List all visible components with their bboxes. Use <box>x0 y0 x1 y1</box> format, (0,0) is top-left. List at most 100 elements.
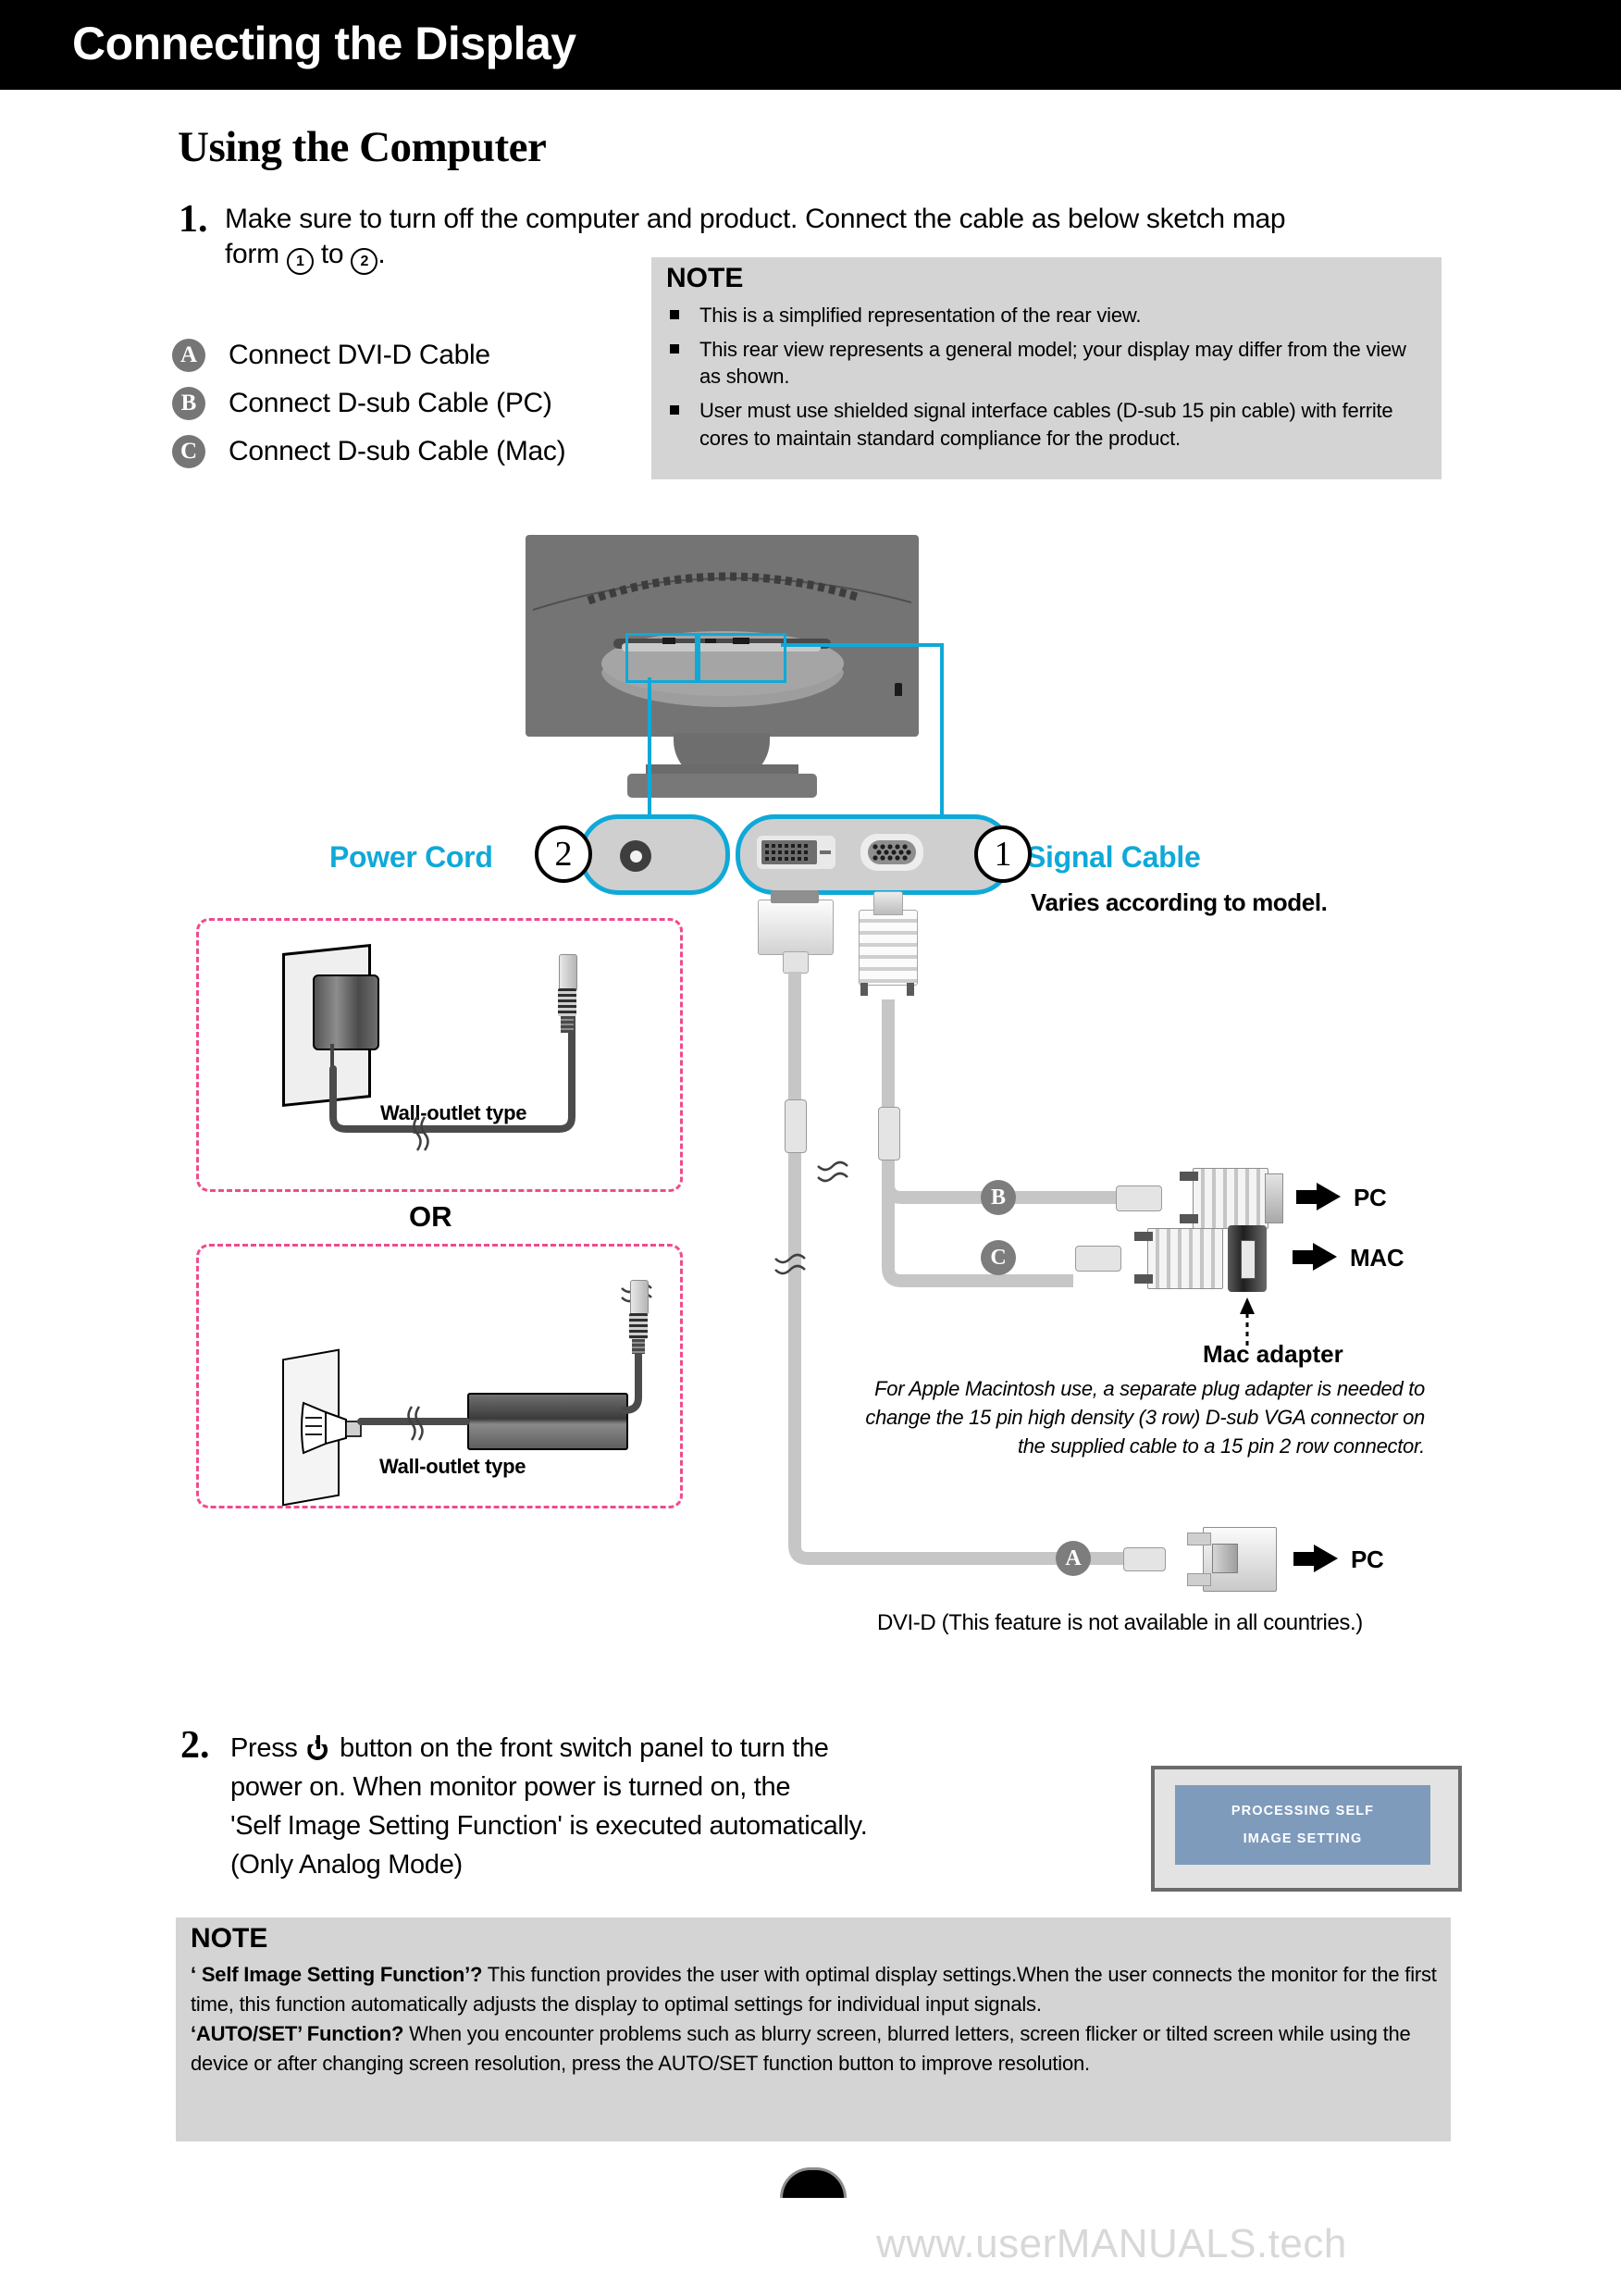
callout-rect-power <box>625 633 698 683</box>
step-1-line-b-mid: to <box>313 239 352 270</box>
arrow-b-head-icon <box>1317 1183 1341 1210</box>
cable-break-squiggle-1 <box>413 1116 429 1151</box>
osd-line-2: IMAGE SETTING <box>1243 1831 1363 1846</box>
legend-item-a: A Connect DVI-D Cable <box>172 331 565 379</box>
dvid-availability-note: DVI-D (This feature is not available in … <box>877 1610 1363 1635</box>
circled-number-1-icon: 1 <box>286 248 314 276</box>
step-2-text: Press button on the front switch panel t… <box>230 1729 1156 1884</box>
step-1-number: 1. <box>179 198 208 241</box>
note-top-item: This is a simplified representation of t… <box>666 302 1425 329</box>
page-header-bar: Connecting the Display <box>0 0 1621 90</box>
step-1-line-a: Make sure to turn off the computer and p… <box>225 204 1286 234</box>
legend-item-b: B Connect D-sub Cable (PC) <box>172 379 565 428</box>
dvi-connector-a-wing-bottom <box>1187 1573 1211 1586</box>
vga-cable-connector-tip <box>873 891 903 915</box>
cable-legend: A Connect DVI-D Cable B Connect D-sub Ca… <box>172 331 566 476</box>
note-box-top: NOTE This is a simplified representation… <box>651 257 1442 479</box>
arrow-b-stem <box>1296 1190 1317 1204</box>
signal-cable-routing <box>774 972 1157 1565</box>
note-top-list: This is a simplified representation of t… <box>666 302 1425 458</box>
badge-a-diagram-icon: A <box>1056 1541 1091 1576</box>
ferrite-core-vga <box>878 1107 900 1160</box>
power-cable-path-1 <box>329 979 575 1133</box>
note-bottom-p1-term: ‘ Self Image Setting Function’? <box>191 1963 483 1986</box>
step-1-line-b-pre: form <box>225 239 287 270</box>
dvi-pins-icon <box>765 844 808 861</box>
mac-adapter-slot-icon <box>1241 1240 1256 1279</box>
note-top-heading: NOTE <box>666 263 744 293</box>
dvi-cable-connector-tip <box>771 890 819 903</box>
kensington-lock-icon <box>895 683 902 696</box>
note-bottom-heading: NOTE <box>191 1923 268 1954</box>
note-top-item: User must use shielded signal interface … <box>666 397 1425 452</box>
monitor-top-curve-icon <box>533 572 911 611</box>
power-port-capsule <box>579 814 730 895</box>
page-number-tab <box>780 2167 847 2198</box>
callout-leader-signal-v <box>940 643 944 817</box>
step-2-line4: (Only Analog Mode) <box>230 1850 463 1880</box>
callout-rect-signal <box>698 633 786 683</box>
note-bottom-body: ‘ Self Image Setting Function’? This fun… <box>191 1960 1438 2079</box>
step-2-line3: 'Self Image Setting Function' is execute… <box>230 1811 868 1842</box>
destination-mac-label: MAC <box>1350 1244 1404 1272</box>
or-separator-label: OR <box>409 1200 452 1233</box>
dc-plug-2-tip-icon <box>632 1339 645 1354</box>
vga-pins-icon <box>872 844 911 861</box>
destination-pc-2-label: PC <box>1351 1545 1384 1573</box>
dc-power-jack-icon <box>620 840 651 872</box>
step-1-line-b-post: . <box>377 239 386 270</box>
wall-outlet-label-1: Wall-outlet type <box>380 1101 527 1124</box>
note-bottom-p2-term: ‘AUTO/SET’ Function? <box>191 2021 404 2045</box>
circled-number-2-icon: 2 <box>351 248 378 276</box>
badge-b-diagram-icon: B <box>981 1180 1016 1215</box>
dvi-cable-connector-head <box>758 900 834 955</box>
ferrite-core-c <box>1075 1246 1121 1272</box>
wall-outlet-label-2: Wall-outlet type <box>379 1455 526 1478</box>
monitor-base <box>627 774 817 798</box>
step-2-line2: power on. When monitor power is turned o… <box>230 1772 791 1803</box>
vga-connector-b-screw-bottom <box>1180 1214 1198 1223</box>
mac-adapter-note: For Apple Macintosh use, a separate plug… <box>865 1377 1425 1458</box>
callout-leader-power <box>648 677 651 816</box>
dc-plug-2-grip-icon <box>629 1313 648 1339</box>
power-cord-label: Power Cord <box>329 840 493 874</box>
arrow-c-stem <box>1293 1250 1313 1264</box>
ferrite-core-b <box>1116 1185 1162 1211</box>
varies-by-model-note: Varies according to model. <box>1031 888 1328 916</box>
signal-cable-label: Signal Cable <box>1026 840 1201 874</box>
vga-connector-b-screw-top <box>1180 1172 1198 1181</box>
badge-c-diagram-icon: C <box>981 1240 1016 1275</box>
vga-connector-c-screw-bottom <box>1134 1274 1153 1284</box>
osd-line-1: PROCESSING SELF <box>1231 1804 1375 1818</box>
osd-screen: PROCESSING SELF IMAGE SETTING <box>1175 1785 1430 1865</box>
dvi-port-icon <box>761 840 817 864</box>
legend-label-b: Connect D-sub Cable (PC) <box>229 388 552 418</box>
callout-number-2: 2 <box>535 825 592 883</box>
vga-connector-b-icon <box>1193 1168 1268 1229</box>
dvi-connector-a-inner <box>1212 1544 1238 1573</box>
dvi-flat-pin-icon <box>820 850 831 854</box>
vga-port-icon <box>868 840 916 864</box>
badge-b-icon: B <box>172 387 205 420</box>
legend-label-a: Connect DVI-D Cable <box>229 340 490 370</box>
section-title: Using the Computer <box>178 123 547 171</box>
manual-page: Connecting the Display Using the Compute… <box>0 0 1621 2296</box>
vga-connector-c-icon <box>1147 1228 1223 1289</box>
legend-item-c: C Connect D-sub Cable (Mac) <box>172 428 566 476</box>
step-2-line1-post: button on the front switch panel to turn… <box>332 1733 829 1763</box>
note-box-bottom: NOTE ‘ Self Image Setting Function’? Thi… <box>176 1917 1451 2141</box>
power-button-icon <box>304 1734 332 1762</box>
arrow-a-head-icon <box>1314 1545 1338 1572</box>
destination-pc-1-label: PC <box>1354 1184 1387 1211</box>
mac-adapter-title: Mac adapter <box>1203 1340 1343 1368</box>
callout-number-1: 1 <box>974 825 1032 883</box>
vga-connector-c-screw-top <box>1134 1232 1153 1241</box>
arrow-a-stem <box>1293 1552 1314 1566</box>
page-title: Connecting the Display <box>72 18 576 69</box>
dvi-connector-a-wing-top <box>1187 1533 1211 1545</box>
dc-plug-2-icon <box>630 1280 649 1315</box>
dc-plug-1-grip-icon <box>558 988 576 1016</box>
callout-leader-signal-h <box>781 643 944 647</box>
badge-c-icon: C <box>172 435 205 468</box>
step-2-line1-pre: Press <box>230 1733 305 1763</box>
